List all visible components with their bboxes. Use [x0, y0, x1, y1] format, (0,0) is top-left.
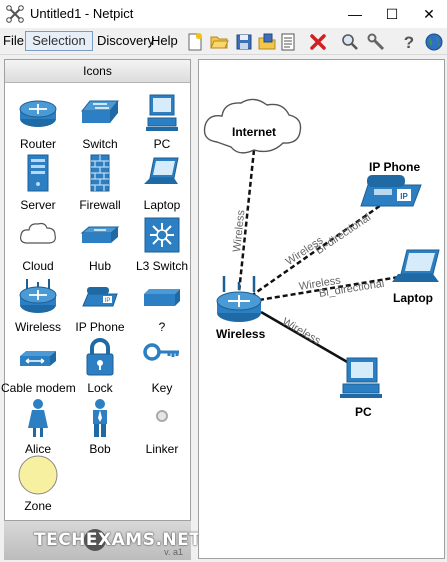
router-icon — [19, 100, 57, 127]
maximize-icon: ☐ — [385, 5, 399, 22]
palette-item-key[interactable]: Key — [131, 337, 193, 399]
menu-discovery[interactable]: Discovery — [97, 33, 154, 48]
close-window-button[interactable]: ✕ — [411, 0, 447, 28]
menu-selection[interactable]: Selection — [25, 31, 93, 51]
laptop-icon — [144, 157, 179, 184]
palette-item-firewall[interactable]: Firewall — [69, 154, 131, 216]
pc-icon — [146, 94, 178, 131]
l3-switch-icon — [144, 217, 180, 253]
palette-label-laptop: Laptop — [143, 198, 181, 212]
palette-item-bob[interactable]: Bob — [69, 398, 131, 460]
globe-icon[interactable] — [424, 32, 444, 52]
bob-person-icon — [93, 399, 107, 437]
export-icon[interactable] — [257, 32, 277, 52]
icon-palette: Icons Router Switch PC Server Firewall L… — [1, 59, 193, 559]
techexams-footer: TECHEXAMS.NET v. a1 — [4, 520, 201, 560]
tools-icon[interactable] — [366, 32, 386, 52]
palette-label-l3-switch: L3 Switch — [135, 259, 189, 273]
palette-label-pc: PC — [153, 137, 171, 151]
document-icon[interactable] — [278, 32, 298, 52]
palette-label-zone: Zone — [24, 499, 52, 513]
new-icon[interactable] — [185, 32, 205, 52]
cable-modem-icon — [20, 351, 56, 366]
palette-item-zone[interactable]: Zone — [7, 455, 69, 517]
palette-label-unknown: ? — [158, 320, 166, 334]
hub-icon — [80, 226, 120, 243]
server-icon — [27, 154, 49, 192]
switch-icon — [80, 100, 120, 123]
maximize-button[interactable]: ☐ — [374, 0, 410, 28]
menu-help[interactable]: Help — [151, 33, 178, 48]
key-icon — [143, 343, 179, 361]
palette-label-linker: Linker — [145, 442, 179, 456]
palette-label-key: Key — [151, 381, 173, 395]
open-folder-icon[interactable] — [209, 32, 229, 52]
zone-icon — [18, 455, 58, 495]
palette-item-pc[interactable]: PC — [131, 93, 193, 155]
palette-item-ip-phone[interactable]: IP IP Phone — [69, 276, 131, 338]
palette-item-hub[interactable]: Hub — [69, 215, 131, 277]
palette-item-linker[interactable]: Linker — [131, 398, 193, 460]
firewall-icon — [90, 154, 110, 192]
menu-file[interactable]: File — [3, 33, 24, 48]
delete-icon[interactable] — [308, 32, 328, 52]
palette-item-l3-switch[interactable]: L3 Switch — [131, 215, 193, 277]
palette-item-switch[interactable]: Switch — [69, 93, 131, 155]
wireless-router-node-icon[interactable] — [216, 276, 262, 322]
node-label-ip-phone: IP Phone — [369, 160, 421, 174]
palette-item-alice[interactable]: Alice — [7, 398, 69, 460]
title-bar: Untitled1 - Netpict — ☐ ✕ — [0, 0, 447, 28]
unknown-device-icon — [144, 289, 180, 306]
palette-item-server[interactable]: Server — [7, 154, 69, 216]
linker-icon — [156, 410, 168, 422]
minimize-button[interactable]: — — [337, 0, 373, 28]
ip-phone-node-icon[interactable]: IP — [360, 175, 422, 207]
laptop-node-icon[interactable] — [392, 249, 440, 282]
menu-bar: File Selection Discovery Help ? — [0, 28, 447, 55]
alice-person-icon — [28, 399, 48, 437]
version-label: v. a1 — [164, 547, 183, 557]
palette-item-cloud[interactable]: Cloud — [7, 215, 69, 277]
palette-item-unknown[interactable]: ? — [131, 276, 193, 338]
window-title: Untitled1 - Netpict — [30, 6, 134, 21]
save-icon[interactable] — [234, 32, 254, 52]
palette-header: Icons — [5, 60, 190, 83]
netpict-app-icon — [6, 5, 24, 23]
lock-icon — [86, 338, 114, 376]
palette-item-lock[interactable]: Lock — [69, 337, 131, 399]
svg-text:IP: IP — [105, 298, 111, 304]
cloud-icon — [19, 222, 56, 244]
diagram-canvas[interactable]: IP Internet IP Phone Laptop Wireless PC … — [198, 59, 445, 559]
close-icon: ✕ — [423, 5, 435, 22]
palette-item-laptop[interactable]: Laptop — [131, 154, 193, 216]
ip-phone-badge: IP — [400, 192, 408, 201]
palette-item-router[interactable]: Router — [7, 93, 69, 155]
help-icon[interactable]: ? — [399, 32, 419, 52]
pc-node-icon[interactable] — [340, 357, 382, 398]
palette-item-cable-modem[interactable]: Cable modem — [1, 337, 76, 399]
node-label-pc: PC — [355, 405, 372, 419]
wireless-router-icon — [19, 279, 57, 313]
palette-item-wireless[interactable]: Wireless — [7, 276, 69, 338]
node-label-internet: Internet — [232, 125, 277, 139]
svg-text:?: ? — [404, 33, 414, 52]
ip-phone-icon: IP — [82, 287, 118, 307]
zoom-icon[interactable] — [340, 32, 360, 52]
node-label-wireless: Wireless — [216, 327, 266, 341]
node-label-laptop: Laptop — [393, 291, 433, 305]
minimize-icon: — — [348, 6, 362, 22]
